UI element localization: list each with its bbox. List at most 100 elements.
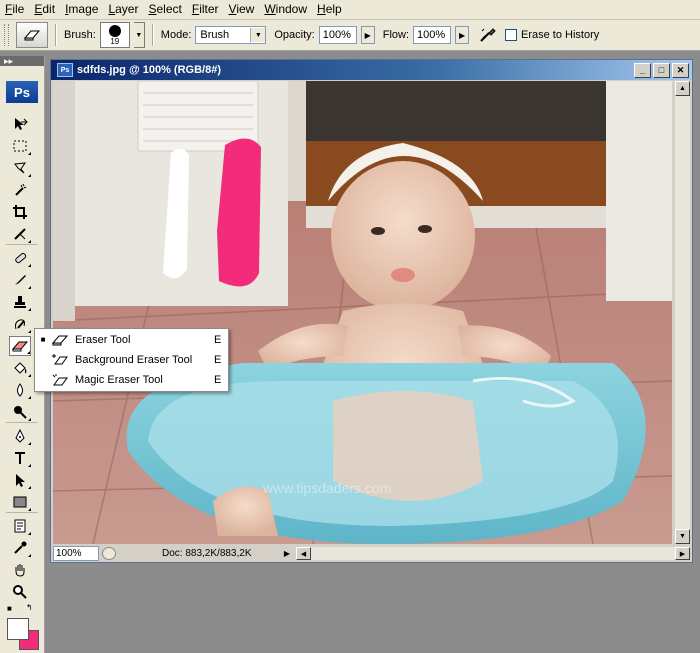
options-bar-grip[interactable] — [4, 24, 9, 46]
document-title-bar[interactable]: Ps sdfds.jpg @ 100% (RGB/8#) _ □ ✕ — [51, 60, 692, 80]
pen-tool[interactable] — [9, 426, 31, 446]
brush-tool[interactable] — [9, 270, 31, 290]
magic-wand-icon — [15, 183, 27, 196]
flow-label: Flow: — [382, 29, 410, 41]
foreground-color-swatch[interactable] — [7, 618, 29, 640]
arrow-left-icon: ◀ — [300, 550, 307, 558]
scroll-right-button[interactable]: ▶ — [675, 547, 690, 560]
tool-flyout-indicator — [28, 442, 31, 445]
menu-layer[interactable]: Layer — [103, 0, 143, 19]
document-window: Ps sdfds.jpg @ 100% (RGB/8#) _ □ ✕ www.t… — [50, 59, 693, 563]
opacity-slider-button[interactable]: ▶ — [360, 26, 375, 44]
brush-picker-button[interactable]: ▼ — [133, 22, 145, 48]
close-button[interactable]: ✕ — [672, 62, 689, 78]
brush-icon — [15, 275, 26, 285]
options-bar: Brush: 19 ▼ Mode: Brush ▼ Opacity: 100% … — [0, 20, 700, 51]
crop-icon — [13, 205, 27, 219]
arrow-pointer-icon — [16, 474, 25, 487]
type-icon — [15, 452, 25, 464]
scroll-up-button[interactable]: ▲ — [675, 81, 690, 96]
maximize-button[interactable]: □ — [653, 62, 670, 78]
tool-flyout-indicator — [27, 351, 30, 354]
menu-filter[interactable]: Filter — [187, 0, 224, 19]
vertical-scrollbar[interactable]: ▲ ▼ — [675, 81, 690, 544]
window-controls: _ □ ✕ — [634, 62, 689, 78]
mode-label: Mode: — [160, 29, 192, 41]
ps-document-icon: Ps — [57, 63, 73, 77]
slice-tool[interactable] — [9, 224, 31, 244]
eyedropper-icon — [14, 541, 27, 554]
scroll-track[interactable] — [675, 96, 690, 529]
history-brush-icon — [15, 319, 25, 330]
tool-flyout-indicator — [28, 396, 31, 399]
clone-stamp-tool[interactable] — [9, 292, 31, 312]
opacity-label: Opacity: — [274, 29, 315, 41]
flow-input[interactable]: 100% — [413, 26, 452, 44]
tool-flyout-indicator — [28, 308, 31, 311]
scroll-left-button[interactable]: ◀ — [296, 547, 311, 560]
zoom-field[interactable]: 100% — [53, 546, 99, 561]
arrow-right-icon: ▶ — [679, 550, 686, 558]
path-selection-tool[interactable] — [9, 470, 31, 490]
type-tool[interactable] — [9, 448, 31, 468]
shape-tool[interactable] — [9, 492, 31, 512]
scroll-down-button[interactable]: ▼ — [675, 529, 690, 544]
paint-bucket-tool[interactable] — [9, 358, 31, 378]
image-canvas[interactable]: www.tipsdaders.com — [53, 81, 672, 544]
lasso-tool[interactable] — [9, 158, 31, 178]
menu-item-magic-eraser-tool[interactable]: Magic Eraser Tool E — [35, 370, 228, 389]
menu-item-eraser-tool[interactable]: ■ Eraser Tool E — [35, 330, 228, 349]
brush-preview[interactable]: 19 — [99, 22, 130, 48]
default-colors-icon[interactable]: ■ — [7, 604, 12, 613]
erase-to-history-checkbox[interactable] — [505, 29, 518, 41]
tool-flyout-indicator — [28, 554, 31, 557]
tool-flyout-indicator — [28, 286, 31, 289]
dodge-tool[interactable] — [9, 402, 31, 422]
menu-item-background-eraser-tool[interactable]: Background Eraser Tool E — [35, 350, 228, 369]
crop-tool[interactable] — [9, 202, 31, 222]
marquee-tool[interactable] — [9, 136, 31, 156]
triangle-right-icon: ▶ — [283, 549, 291, 558]
eyedropper-tool[interactable] — [9, 538, 31, 558]
airbrush-toggle[interactable] — [479, 26, 497, 44]
erase-to-history-label: Erase to History — [521, 29, 600, 41]
navigator-icon[interactable] — [102, 547, 116, 560]
close-icon: ✕ — [676, 64, 685, 75]
paint-bucket-icon — [14, 362, 27, 374]
move-tool[interactable] — [9, 114, 31, 134]
healing-brush-tool[interactable] — [9, 248, 31, 268]
blur-tool[interactable] — [9, 380, 31, 400]
mode-value: Brush — [200, 29, 230, 41]
flow-slider-button[interactable]: ▶ — [455, 26, 470, 44]
photoshop-logo[interactable]: Ps — [6, 81, 38, 103]
minimize-button[interactable]: _ — [634, 62, 651, 78]
brush-label: Brush: — [64, 29, 96, 41]
document-title: sdfds.jpg @ 100% (RGB/8#) — [77, 64, 221, 76]
horizontal-scrollbar[interactable]: ◀ ▶ — [296, 547, 690, 560]
menu-view[interactable]: View — [224, 0, 260, 19]
opacity-input[interactable]: 100% — [318, 26, 357, 44]
eraser-icon — [51, 333, 69, 347]
eraser-tool[interactable] — [9, 336, 31, 356]
notes-tool[interactable] — [9, 516, 31, 536]
separator — [151, 24, 154, 46]
magic-wand-tool[interactable] — [9, 180, 31, 200]
menu-edit[interactable]: Edit — [29, 0, 60, 19]
status-menu-button[interactable]: ▶ — [282, 547, 292, 560]
menu-image[interactable]: Image — [60, 0, 103, 19]
tool-flyout-indicator — [28, 532, 31, 535]
history-brush-tool[interactable] — [9, 314, 31, 334]
tool-preset-picker[interactable] — [16, 22, 48, 48]
zoom-tool[interactable] — [9, 582, 31, 602]
hand-tool[interactable] — [9, 560, 31, 580]
swap-colors-icon[interactable]: ↰ — [26, 603, 33, 612]
menu-item-shortcut: E — [214, 353, 222, 366]
menu-help[interactable]: Help — [312, 0, 347, 19]
mode-select[interactable]: Brush ▼ — [195, 26, 267, 44]
menu-select[interactable]: Select — [143, 0, 186, 19]
tool-flyout-indicator — [28, 330, 31, 333]
toolbox-grip[interactable]: ▸▸ — [0, 56, 44, 66]
toolbox-separator — [6, 422, 38, 423]
menu-file[interactable]: File — [0, 0, 29, 19]
menu-window[interactable]: Window — [259, 0, 312, 19]
